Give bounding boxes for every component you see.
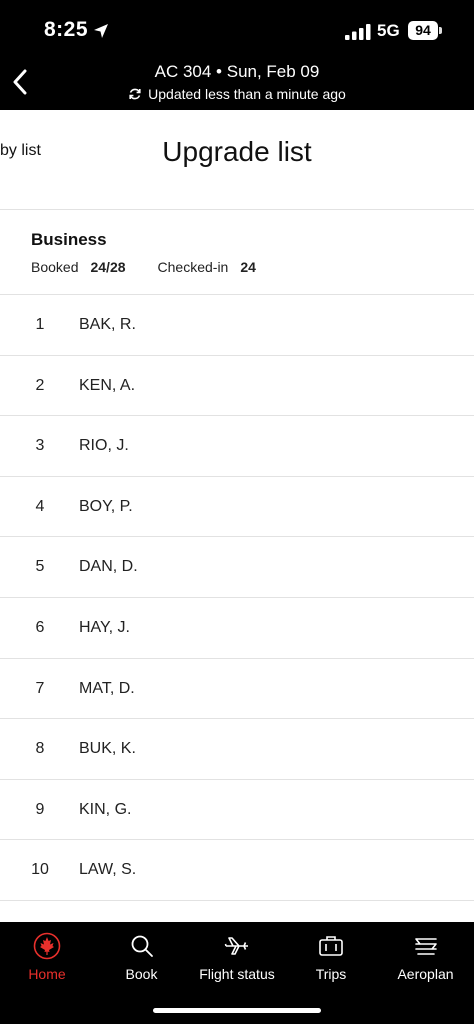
checked-in-value: 24: [240, 259, 256, 275]
booked-label: Booked: [31, 259, 79, 275]
page-title: Upgrade list: [162, 136, 312, 167]
passenger-name: RIO, J.: [79, 437, 129, 455]
tab-home[interactable]: Home: [0, 922, 94, 992]
cabin-name: Business: [31, 230, 107, 249]
passenger-name: LAW, S.: [79, 861, 137, 879]
list-item: 4 BOY, P.: [0, 477, 474, 538]
rank-number: 8: [35, 740, 45, 758]
flight-title: AC 304 • Sun, Feb 09: [154, 62, 320, 81]
booked-value: 24/28: [90, 259, 126, 275]
list-item: 1 BAK, R.: [0, 295, 474, 356]
rank-number: 10: [31, 861, 49, 879]
updated-text: Updated less than a minute ago: [148, 86, 346, 102]
rank-number: 1: [35, 316, 45, 333]
tab-aeroplan-label: Aeroplan: [397, 966, 454, 982]
location-arrow-icon: [94, 24, 108, 38]
app-screen: 8:25 5G 94 AC 304 • Sun, Feb 09 Updated …: [0, 0, 474, 1024]
list-item: 3 RIO, J.: [0, 416, 474, 477]
updated-status: Updated less than a minute ago: [0, 86, 474, 102]
signal-bars-icon: [345, 24, 371, 40]
status-bar: 8:25 5G 94: [0, 0, 474, 58]
passenger-name: KEN, A.: [79, 376, 136, 394]
passenger-name: DAN, D.: [79, 558, 138, 576]
tab-flight-status[interactable]: Flight status: [189, 922, 285, 992]
list-item: 9 KIN, G.: [0, 780, 474, 841]
list-item: 7 MAT, D.: [0, 659, 474, 720]
list-item: 2 KEN, A.: [0, 356, 474, 417]
rank-number: 5: [35, 558, 45, 576]
list-item: 6 HAY, J.: [0, 598, 474, 659]
nav-header: AC 304 • Sun, Feb 09 Updated less than a…: [0, 58, 474, 110]
checked-in-label: Checked-in: [157, 259, 229, 275]
tab-trips-label: Trips: [315, 966, 347, 982]
tab-aeroplan[interactable]: Aeroplan: [377, 922, 474, 992]
search-icon: [131, 935, 153, 957]
maple-leaf-icon: [33, 932, 61, 960]
battery-icon: 94: [408, 21, 438, 40]
aeroplan-icon: [414, 938, 437, 955]
airplane-icon: [224, 937, 248, 955]
tab-flight-status-label: Flight status: [199, 966, 275, 982]
rank-number: 6: [35, 618, 45, 636]
network-type: 5G: [377, 21, 400, 40]
list-item: 10 LAW, S.: [0, 840, 474, 901]
passenger-name: MAT, D.: [79, 679, 135, 697]
tab-home-label: Home: [28, 966, 66, 982]
status-time: 8:25: [44, 18, 89, 41]
passenger-name: HAY, J.: [79, 618, 130, 636]
rank-number: 4: [35, 497, 45, 515]
battery-nub: [439, 27, 442, 34]
rank-number: 7: [35, 679, 45, 697]
divider: [0, 209, 474, 210]
refresh-icon[interactable]: [128, 87, 142, 101]
list-item: 8 BUK, K.: [0, 719, 474, 780]
rank-number: 3: [35, 437, 45, 455]
rank-number: 2: [35, 376, 45, 394]
suitcase-icon: [319, 936, 343, 956]
passenger-name: BUK, K.: [79, 740, 136, 758]
tab-trips[interactable]: Trips: [285, 922, 377, 992]
rank-number: 9: [35, 800, 45, 818]
passenger-name: BAK, R.: [79, 316, 136, 333]
home-indicator: [153, 1008, 321, 1013]
list-item: 5 DAN, D.: [0, 537, 474, 598]
tab-book-label: Book: [125, 966, 158, 982]
upgrade-list: 1 BAK, R. 2 KEN, A. 3 RIO, J. 4 BOY, P. …: [0, 295, 474, 901]
passenger-name: BOY, P.: [79, 497, 133, 515]
passenger-name: KIN, G.: [79, 800, 132, 818]
tab-book[interactable]: Book: [94, 922, 189, 992]
cabin-stats: Booked 24/28 Checked-in 24: [31, 259, 256, 275]
